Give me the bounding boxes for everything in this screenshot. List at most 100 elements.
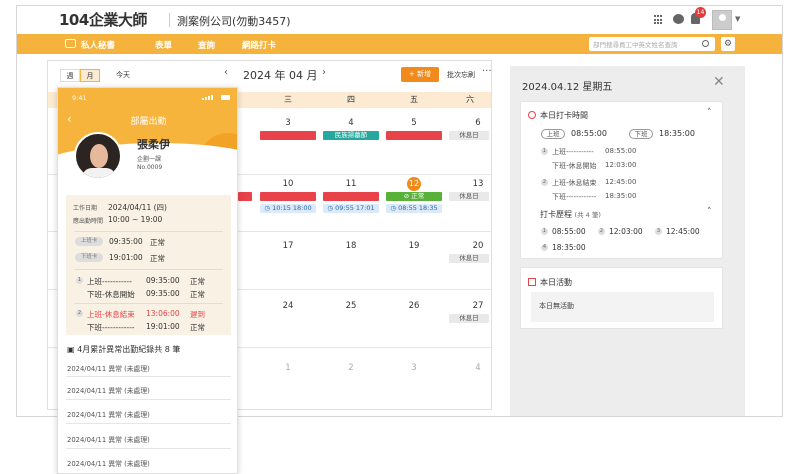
status-tag[interactable]: ⊘ 異常 [386, 131, 442, 140]
day-number[interactable]: 26 [394, 301, 434, 311]
day-detail-panel: 2024.04.12 星期五 ✕ 本日打卡時間 ˄ 上班 08:55:00 下班… [510, 66, 745, 416]
today-marker[interactable]: 12 [407, 177, 421, 191]
divider [74, 231, 223, 232]
list-item[interactable]: 2024/04/11 異常 (未處理) [67, 458, 150, 468]
segment-status-late: 遲到 [190, 310, 205, 319]
history-time: 18:35:00 [552, 243, 586, 252]
nav-item-forms[interactable]: 表單 [155, 39, 172, 51]
more-icon[interactable]: ··· [482, 66, 492, 77]
divider [74, 303, 223, 304]
segment-number: 1 [76, 277, 83, 284]
gear-icon[interactable]: ⚙ [721, 37, 735, 51]
close-icon[interactable]: ✕ [713, 74, 725, 90]
nav-item-query[interactable]: 查詢 [198, 39, 215, 51]
history-time: 12:03:00 [609, 227, 643, 236]
today-button[interactable]: 今天 [108, 69, 138, 82]
off-card-status: 正常 [150, 254, 165, 263]
segment-time: 08:55:00 [605, 147, 637, 155]
day-number-next-month[interactable]: 3 [394, 363, 434, 373]
segment-status: 正常 [190, 323, 205, 332]
user-avatar[interactable] [712, 10, 732, 30]
day-number[interactable]: 19 [394, 241, 434, 251]
list-item[interactable]: 2024/04/11 異常 (未處理) [67, 409, 150, 419]
day-number-next-month[interactable]: 2 [331, 363, 371, 373]
search-icon[interactable] [702, 40, 709, 47]
segment-time-late: 13:06:00 [146, 309, 180, 318]
status-tag-partial[interactable] [238, 192, 252, 201]
clock-icon [528, 111, 536, 119]
segment-time: 12:03:00 [605, 161, 637, 169]
employee-dept: 企劃一課 [137, 156, 162, 163]
day-number[interactable]: 20 [458, 241, 498, 251]
view-week-button[interactable]: 週 [60, 69, 80, 82]
activity-empty: 本日無活動 [531, 292, 714, 322]
day-number[interactable]: 27 [458, 301, 498, 311]
list-item[interactable]: 2024/04/11 異常 (未處理) [67, 363, 150, 373]
list-item[interactable]: 2024/04/11 異常 (未處理) [67, 385, 150, 395]
chat-icon[interactable] [673, 14, 684, 24]
day-number[interactable]: 3 [268, 118, 308, 128]
day-number[interactable]: 4 [331, 118, 371, 128]
day-number[interactable]: 25 [331, 301, 371, 311]
new-button[interactable]: + 新增 [401, 67, 439, 82]
segment-number: 2 [76, 310, 83, 317]
status-tag[interactable]: ⊘ 異常 [323, 192, 379, 201]
on-duty-pill: 上班 [541, 129, 565, 139]
batch-forget-button[interactable]: 批次忘刷 [447, 70, 475, 80]
abnormal-summary: ▣ 4月累計異常出勤紀錄共 8 筆 [67, 345, 181, 354]
day-number-next-month[interactable]: 1 [268, 363, 308, 373]
segment-number: 2 [541, 179, 548, 186]
search-input[interactable]: 部門搜尋員工中英文姓名查詢 [589, 37, 715, 51]
segment-label: 上班----------- [552, 148, 594, 156]
list-item[interactable]: 2024/04/11 異常 (未處理) [67, 434, 150, 444]
day-number[interactable]: 24 [268, 301, 308, 311]
employee-number: No.0009 [137, 164, 163, 171]
divider [66, 376, 231, 377]
work-date-label: 工作日期 [73, 205, 98, 212]
collapse-icon[interactable]: ˄ [707, 108, 712, 118]
history-number: 4 [541, 244, 548, 251]
weekday-sat: 六 [466, 95, 474, 104]
nav-item-punch[interactable]: 網路打卡 [242, 39, 276, 51]
segment-label-late: 上班-休息結束 [87, 310, 135, 319]
day-number[interactable]: 18 [331, 241, 371, 251]
day-number-next-month[interactable]: 4 [458, 363, 498, 373]
day-number[interactable]: 6 [458, 118, 498, 128]
history-time: 12:45:00 [666, 227, 700, 236]
prev-month-icon[interactable]: ‹ [224, 67, 228, 78]
day-number[interactable]: 17 [268, 241, 308, 251]
on-card-time: 09:35:00 [109, 237, 143, 246]
chevron-down-icon[interactable]: ▼ [735, 15, 740, 23]
status-time: 9:41 [72, 94, 87, 102]
nav-item-secretary[interactable]: 私人秘書 [81, 39, 115, 51]
punch-time-tag[interactable]: ◷ 09:55 17:01 [323, 204, 379, 213]
attendance-detail: 工作日期 2024/04/11 (四) 應出勤時間 10:00 ~ 19:00 … [66, 195, 231, 335]
rest-day-tag: 休息日 [449, 254, 489, 263]
on-duty-time: 08:55:00 [571, 129, 607, 138]
segment-time: 09:35:00 [146, 289, 180, 298]
day-number[interactable]: 11 [331, 179, 371, 189]
status-tag[interactable]: ⊘ 異常 [260, 131, 316, 140]
day-number[interactable]: 10 [268, 179, 308, 189]
segment-label: 下班-休息開始 [552, 162, 597, 170]
status-tag[interactable]: ⊘ 正常 [386, 192, 442, 201]
status-tag[interactable]: ⊘ 異常 [260, 192, 316, 201]
view-month-button[interactable]: 月 [80, 69, 100, 82]
punch-card: 本日打卡時間 ˄ 上班 08:55:00 下班 18:35:00 1 上班---… [520, 101, 723, 259]
day-number[interactable]: 5 [394, 118, 434, 128]
collapse-icon[interactable]: ˄ [707, 207, 712, 217]
segment-time: 12:45:00 [605, 178, 637, 186]
activity-card: 本日活動 本日無活動 [520, 267, 723, 329]
weekday-wed: 三 [284, 95, 292, 104]
punch-time-tag[interactable]: ◷ 10:15 18:00 [260, 204, 316, 213]
company-name: 測案例公司(勿動3457) [177, 15, 291, 28]
history-time: 08:55:00 [552, 227, 586, 236]
next-month-icon[interactable]: › [322, 67, 326, 78]
apps-grid-icon[interactable] [654, 15, 664, 25]
off-card-pill: 下班卡 [75, 253, 103, 262]
day-number[interactable]: 13 [458, 179, 498, 189]
punch-time-tag[interactable]: ◷ 08:55 18:35 [386, 204, 442, 213]
holiday-tag[interactable]: 民族掃墓節 [323, 131, 379, 140]
logo[interactable]: 104企業大師 [59, 9, 147, 30]
segment-label: 下班-休息開始 [87, 290, 135, 299]
